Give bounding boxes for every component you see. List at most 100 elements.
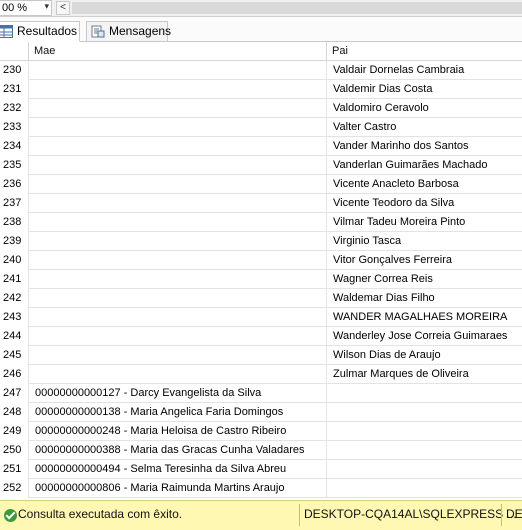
- cell-pai[interactable]: Vitor Gonçalves Ferreira: [327, 251, 522, 270]
- cell-pai[interactable]: Wagner Correa Reis: [327, 270, 522, 289]
- cell-pai[interactable]: Valter Castro: [327, 118, 522, 137]
- cell-mae[interactable]: [29, 346, 327, 365]
- tab-results[interactable]: Resultados: [0, 21, 80, 42]
- cell-mae[interactable]: 00000000000248 - Maria Heloisa de Castro…: [29, 422, 327, 441]
- cell-mae[interactable]: [29, 118, 327, 137]
- scroll-left-button[interactable]: <: [56, 1, 70, 15]
- row-number[interactable]: 231: [0, 80, 29, 99]
- table-row[interactable]: 234 Vander Marinho dos Santos: [0, 137, 522, 156]
- cell-pai[interactable]: [327, 460, 522, 479]
- cell-pai[interactable]: Vilmar Tadeu Moreira Pinto: [327, 213, 522, 232]
- table-row[interactable]: 237 Vicente Teodoro da Silva: [0, 194, 522, 213]
- results-grid[interactable]: Mae Pai 230 Valdair Dornelas Cambraia 231 V…: [0, 42, 522, 500]
- row-number[interactable]: 244: [0, 327, 29, 346]
- row-number[interactable]: 230: [0, 61, 29, 80]
- cell-pai[interactable]: Valdair Dornelas Cambraia: [327, 61, 522, 80]
- cell-pai[interactable]: [327, 479, 522, 498]
- cell-mae[interactable]: [29, 232, 327, 251]
- cell-mae[interactable]: 00000000000138 - Maria Angelica Faria Do…: [29, 403, 327, 422]
- table-row[interactable]: 238 Vilmar Tadeu Moreira Pinto: [0, 213, 522, 232]
- row-number[interactable]: 237: [0, 194, 29, 213]
- cell-mae[interactable]: [29, 137, 327, 156]
- table-row[interactable]: 248 00000000000138 - Maria Angelica Faria…: [0, 403, 522, 422]
- cell-mae[interactable]: 00000000000494 - Selma Teresinha da Silv…: [29, 460, 327, 479]
- cell-pai[interactable]: Waldemar Dias Filho: [327, 289, 522, 308]
- cell-pai[interactable]: Vicente Anacleto Barbosa: [327, 175, 522, 194]
- cell-mae[interactable]: [29, 308, 327, 327]
- table-row[interactable]: 247 00000000000127 - Darcy Evangelista da…: [0, 384, 522, 403]
- table-row[interactable]: 252 00000000000806 - Maria Raimunda Marti…: [0, 479, 522, 498]
- cell-pai[interactable]: [327, 422, 522, 441]
- row-number[interactable]: 235: [0, 156, 29, 175]
- table-row[interactable]: 246 Zulmar Marques de Oliveira: [0, 365, 522, 384]
- cell-mae[interactable]: 00000000000127 - Darcy Evangelista da Si…: [29, 384, 327, 403]
- cell-pai[interactable]: Zulmar Marques de Oliveira: [327, 365, 522, 384]
- cell-pai[interactable]: Vanderlan Guimarães Machado: [327, 156, 522, 175]
- cell-mae[interactable]: [29, 61, 327, 80]
- row-number[interactable]: 232: [0, 99, 29, 118]
- cell-mae[interactable]: [29, 251, 327, 270]
- cell-pai[interactable]: Vicente Teodoro da Silva: [327, 194, 522, 213]
- table-row[interactable]: 241 Wagner Correa Reis: [0, 270, 522, 289]
- row-number[interactable]: 245: [0, 346, 29, 365]
- row-number[interactable]: 250: [0, 441, 29, 460]
- cell-mae[interactable]: [29, 175, 327, 194]
- horizontal-scrollbar[interactable]: [72, 2, 522, 14]
- column-header-pai[interactable]: Pai: [327, 42, 522, 61]
- cell-pai[interactable]: Valdomiro Ceravolo: [327, 99, 522, 118]
- cell-mae[interactable]: [29, 156, 327, 175]
- table-row[interactable]: 233 Valter Castro: [0, 118, 522, 137]
- table-row[interactable]: 243 WANDER MAGALHAES MOREIRA: [0, 308, 522, 327]
- cell-pai[interactable]: Wanderley Jose Correia Guimaraes: [327, 327, 522, 346]
- tab-messages[interactable]: Mensagens: [86, 21, 171, 42]
- row-number[interactable]: 242: [0, 289, 29, 308]
- column-header-mae[interactable]: Mae: [29, 42, 327, 61]
- cell-mae[interactable]: [29, 270, 327, 289]
- table-row[interactable]: 250 00000000000388 - Maria das Gracas Cun…: [0, 441, 522, 460]
- row-number-header[interactable]: [0, 42, 29, 61]
- cell-mae[interactable]: [29, 289, 327, 308]
- cell-mae[interactable]: [29, 327, 327, 346]
- row-number[interactable]: 234: [0, 137, 29, 156]
- row-number[interactable]: 239: [0, 232, 29, 251]
- cell-mae[interactable]: [29, 99, 327, 118]
- row-number[interactable]: 249: [0, 422, 29, 441]
- cell-pai[interactable]: Wilson Dias de Araujo: [327, 346, 522, 365]
- table-row[interactable]: 239 Virginio Tasca: [0, 232, 522, 251]
- row-number[interactable]: 243: [0, 308, 29, 327]
- cell-pai[interactable]: [327, 441, 522, 460]
- table-row[interactable]: 251 00000000000494 - Selma Teresinha da S…: [0, 460, 522, 479]
- table-row[interactable]: 240 Vitor Gonçalves Ferreira: [0, 251, 522, 270]
- row-number[interactable]: 241: [0, 270, 29, 289]
- table-row[interactable]: 249 00000000000248 - Maria Heloisa de Cas…: [0, 422, 522, 441]
- row-number[interactable]: 252: [0, 479, 29, 498]
- row-number[interactable]: 236: [0, 175, 29, 194]
- cell-pai[interactable]: [327, 403, 522, 422]
- row-number[interactable]: 251: [0, 460, 29, 479]
- cell-pai[interactable]: WANDER MAGALHAES MOREIRA: [327, 308, 522, 327]
- table-row[interactable]: 244 Wanderley Jose Correia Guimaraes: [0, 327, 522, 346]
- zoom-select[interactable]: 00 % ▾: [0, 0, 52, 16]
- cell-mae[interactable]: 00000000000806 - Maria Raimunda Martins …: [29, 479, 327, 498]
- cell-mae[interactable]: 00000000000388 - Maria das Gracas Cunha …: [29, 441, 327, 460]
- table-row[interactable]: 235 Vanderlan Guimarães Machado: [0, 156, 522, 175]
- row-number[interactable]: 238: [0, 213, 29, 232]
- table-row[interactable]: 230 Valdair Dornelas Cambraia: [0, 61, 522, 80]
- table-row[interactable]: 236 Vicente Anacleto Barbosa: [0, 175, 522, 194]
- cell-mae[interactable]: [29, 80, 327, 99]
- cell-pai[interactable]: Valdemir Dias Costa: [327, 80, 522, 99]
- cell-mae[interactable]: [29, 213, 327, 232]
- cell-mae[interactable]: [29, 365, 327, 384]
- table-row[interactable]: 232 Valdomiro Ceravolo: [0, 99, 522, 118]
- row-number[interactable]: 246: [0, 365, 29, 384]
- row-number[interactable]: 233: [0, 118, 29, 137]
- table-row[interactable]: 242 Waldemar Dias Filho: [0, 289, 522, 308]
- cell-pai[interactable]: Vander Marinho dos Santos: [327, 137, 522, 156]
- row-number[interactable]: 248: [0, 403, 29, 422]
- row-number[interactable]: 247: [0, 384, 29, 403]
- table-row[interactable]: 231 Valdemir Dias Costa: [0, 80, 522, 99]
- cell-pai[interactable]: Virginio Tasca: [327, 232, 522, 251]
- chevron-down-icon[interactable]: ▾: [44, 1, 49, 12]
- cell-pai[interactable]: [327, 384, 522, 403]
- row-number[interactable]: 240: [0, 251, 29, 270]
